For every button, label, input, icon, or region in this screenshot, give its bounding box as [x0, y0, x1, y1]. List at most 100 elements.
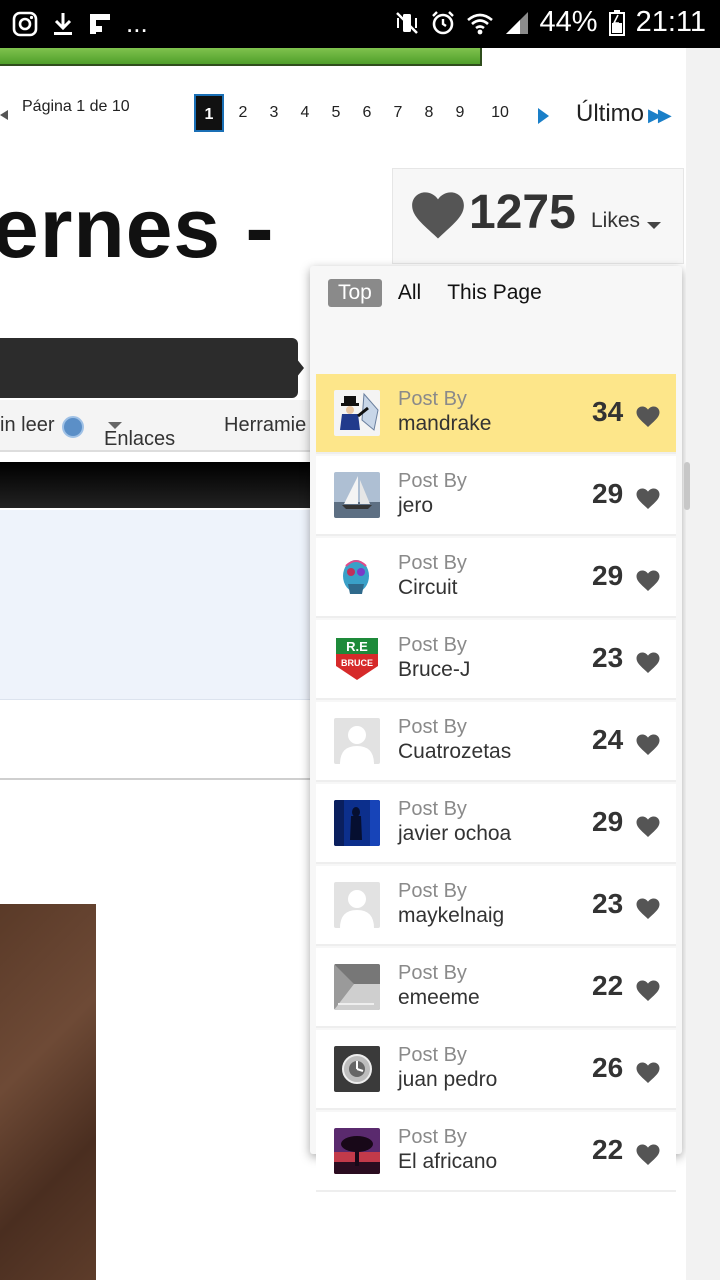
page-link-6[interactable]: 6 [352, 94, 382, 132]
like-count: 29 [592, 560, 624, 591]
post-by-label: Post By [398, 388, 467, 410]
forum-page: Página 1 de 10 1 2 3 4 5 6 7 8 9 10 Últi… [0, 48, 686, 1280]
pagination-prev-arrow[interactable] [0, 110, 8, 120]
blue-photo-avatar[interactable] [334, 800, 380, 846]
like-count: 23 [592, 642, 624, 673]
status-bar: ... 44% 21:11 [0, 0, 720, 48]
post-by-label: Post By [398, 1126, 467, 1148]
next-page-icon[interactable] [538, 108, 549, 124]
sailboat-avatar[interactable] [334, 472, 380, 518]
divider [0, 778, 310, 780]
heart-icon [636, 816, 660, 837]
like-row[interactable]: Post By Circuit 29 [316, 538, 676, 618]
page-link-10[interactable]: 10 [482, 94, 518, 132]
like-row[interactable]: Post By Cuatrozetas 24 [316, 702, 676, 782]
last-page-button[interactable]: Último ▶▶ [566, 98, 678, 130]
like-row[interactable]: Post By javier ochoa 29 [316, 784, 676, 864]
username-link[interactable]: juan pedro [398, 1068, 497, 1092]
post-by-label: Post By [398, 962, 467, 984]
page-link-8[interactable]: 8 [414, 94, 444, 132]
like-count: 29 [592, 806, 624, 837]
likes-dropdown: Top All This Page Post By mandrake 34 Post … [310, 266, 682, 1192]
dropdown-pointer [296, 358, 304, 378]
like-count: 24 [592, 724, 624, 755]
username-link[interactable]: jero [398, 494, 433, 518]
subnav-links-label: Enlaces [104, 428, 176, 450]
username-link[interactable]: Circuit [398, 576, 458, 600]
mute-vibrate-icon [394, 10, 420, 36]
watch-avatar[interactable] [334, 1046, 380, 1092]
flipboard-icon [88, 12, 112, 36]
username-link[interactable]: maykelnaig [398, 904, 504, 928]
page-link-2[interactable]: 2 [228, 94, 258, 132]
heart-icon [636, 652, 660, 673]
page-link-4[interactable]: 4 [290, 94, 320, 132]
chevron-down-icon[interactable] [647, 222, 661, 229]
heart-icon [412, 192, 464, 239]
scrollbar-thumb[interactable] [684, 462, 690, 510]
tab-top[interactable]: Top [328, 279, 382, 307]
skull-art-avatar[interactable] [334, 554, 380, 600]
subnav-links-menu[interactable]: Enlaces [104, 414, 175, 450]
like-row[interactable]: Post By juan pedro 26 [316, 1030, 676, 1110]
tab-all[interactable]: All [388, 279, 431, 307]
heart-icon [636, 898, 660, 919]
download-icon [52, 11, 74, 37]
post-by-label: Post By [398, 470, 467, 492]
like-count: 29 [592, 478, 624, 509]
like-count: 34 [592, 396, 624, 427]
magician-avatar[interactable] [334, 390, 380, 436]
default-avatar[interactable] [334, 718, 380, 764]
battery-percent: 44% [539, 6, 598, 38]
like-row[interactable]: Post By maykelnaig 23 [316, 866, 676, 946]
subnav-tools-menu[interactable]: Herramie [224, 414, 306, 437]
default-avatar[interactable] [334, 882, 380, 928]
like-row[interactable]: Post By jero 29 [316, 456, 676, 536]
thread-title: ernes - [0, 181, 275, 275]
like-row[interactable]: R.E BRUCE Post By Bruce-J 23 [316, 620, 676, 700]
subnav-unread[interactable]: in leer [0, 414, 54, 437]
unread-icon[interactable] [62, 416, 84, 438]
site-banner[interactable] [0, 48, 482, 66]
username-link[interactable]: mandrake [398, 412, 491, 436]
likes-count: 1275 [469, 186, 576, 239]
gray-photo-avatar[interactable] [334, 964, 380, 1010]
likes-summary[interactable]: 1275 Likes [392, 168, 684, 264]
alarm-icon [430, 10, 456, 36]
likes-label: Likes [591, 209, 641, 232]
username-link[interactable]: Cuatrozetas [398, 740, 511, 764]
username-link[interactable]: emeeme [398, 986, 480, 1010]
username-link[interactable]: El africano [398, 1150, 497, 1174]
sunset-tree-avatar[interactable] [334, 1128, 380, 1174]
clock: 21:11 [635, 6, 706, 38]
like-count: 22 [592, 1134, 624, 1165]
post-header-area [0, 510, 310, 700]
svg-text:R.E: R.E [346, 639, 368, 654]
username-link[interactable]: Bruce-J [398, 658, 470, 682]
page-link-7[interactable]: 7 [383, 94, 413, 132]
heart-icon [636, 980, 660, 1001]
signal-icon [504, 10, 530, 36]
bruce-logo-avatar[interactable]: R.E BRUCE [334, 636, 380, 682]
svg-text:BRUCE: BRUCE [341, 658, 373, 668]
heart-icon [636, 1144, 660, 1165]
page-link-5[interactable]: 5 [321, 94, 351, 132]
thread-tools-bar[interactable] [0, 338, 298, 398]
like-row[interactable]: Post By emeeme 22 [316, 948, 676, 1028]
heart-icon [636, 406, 660, 427]
wifi-icon [466, 10, 494, 36]
like-row[interactable]: Post By mandrake 34 [316, 374, 676, 454]
heart-icon [636, 570, 660, 591]
page-link-1[interactable]: 1 [194, 94, 224, 132]
username-link[interactable]: javier ochoa [398, 822, 511, 846]
page-link-9[interactable]: 9 [445, 94, 475, 132]
pagination-label: Página 1 de 10 [22, 98, 130, 115]
page-link-3[interactable]: 3 [259, 94, 289, 132]
post-by-label: Post By [398, 1044, 467, 1066]
like-row[interactable]: Post By El africano 22 [316, 1112, 676, 1192]
double-arrow-right-icon: ▶▶ [648, 105, 672, 125]
post-image[interactable] [0, 904, 96, 1280]
subnav-bar: in leer Enlaces Herramie [0, 400, 310, 452]
tab-this-page[interactable]: This Page [437, 279, 552, 307]
like-count: 23 [592, 888, 624, 919]
